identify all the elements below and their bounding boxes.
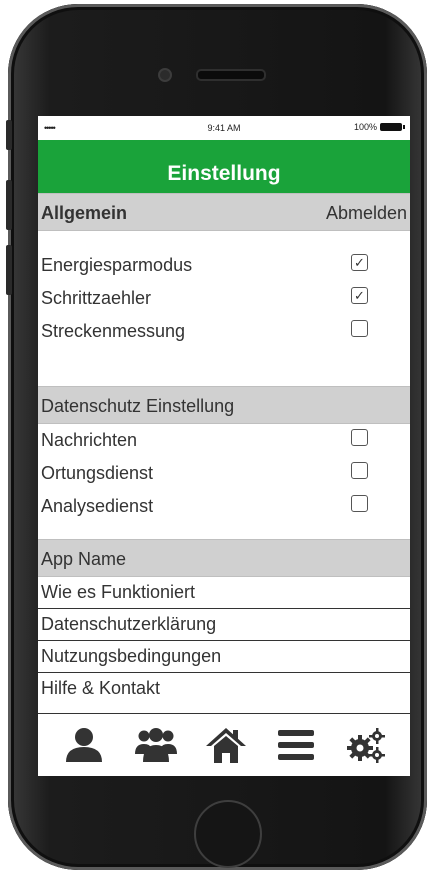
volume-up-button [6,180,12,230]
tab-settings[interactable] [342,722,390,768]
mute-switch [6,120,12,150]
setting-label: Nachrichten [41,430,138,450]
link-label: Hilfe & Kontakt [41,678,161,698]
user-icon [66,728,102,762]
section-privacy-title: Datenschutz Einstellung [41,396,235,416]
setting-row-location[interactable]: Ortungsdienst [38,457,410,490]
tab-bar [38,713,410,776]
distance-checkbox[interactable] [351,320,368,337]
steps-checkbox[interactable]: ✓ [351,287,368,304]
tab-menu[interactable] [272,722,320,768]
section-app-header: App Name [38,539,410,577]
section-general-header: Allgemein Abmelden [38,193,410,231]
page-title: Einstellung [167,162,281,185]
analytics-checkbox[interactable] [351,495,368,512]
setting-row-steps[interactable]: Schrittzaehler ✓ [38,282,410,315]
status-bar: ••••• 9:41 AM 100% [38,116,410,140]
speaker-grille [196,69,266,81]
link-privacy-policy[interactable]: Datenschutzerklärung [38,609,410,641]
section-privacy-header: Datenschutz Einstellung [38,386,410,424]
link-terms-of-use[interactable]: Nutzungsbedingungen [38,641,410,673]
section-app-title: App Name [41,549,127,569]
logout-button[interactable]: Abmelden [326,203,407,224]
setting-label: Streckenmessung [41,321,186,341]
tab-community[interactable] [132,722,180,768]
group-icon [135,728,177,762]
setting-row-energy[interactable]: Energiesparmodus ✓ [38,249,410,282]
link-how-it-works[interactable]: Wie es Funktioniert [38,577,410,609]
home-icon [206,728,246,763]
link-label: Datenschutzerklärung [41,614,217,634]
setting-row-distance[interactable]: Streckenmessung [38,315,410,348]
home-button[interactable] [194,800,262,868]
link-help-contact[interactable]: Hilfe & Kontakt [38,673,410,704]
link-label: Nutzungsbedingungen [41,646,222,666]
title-bar: Einstellung [38,140,410,193]
screen: ••••• 9:41 AM 100% Einstellung Allgemein… [38,116,410,776]
energy-checkbox[interactable]: ✓ [351,254,368,271]
messages-checkbox[interactable] [351,429,368,446]
setting-label: Energiesparmodus [41,255,193,275]
battery-status: 100% [353,122,405,132]
settings-icon [347,728,385,763]
battery-icon [380,123,405,131]
setting-row-messages[interactable]: Nachrichten [38,424,410,457]
battery-percent: 100% [353,122,377,132]
tab-profile[interactable] [60,722,108,768]
location-checkbox[interactable] [351,462,368,479]
link-label: Wie es Funktioniert [41,582,196,602]
tab-home[interactable] [202,722,250,768]
setting-label: Ortungsdienst [41,463,154,483]
setting-label: Schrittzaehler [41,288,152,308]
section-general-title: Allgemein [41,203,128,223]
volume-down-button [6,245,12,295]
menu-icon [278,730,314,760]
setting-row-analytics[interactable]: Analysedienst [38,490,410,523]
camera-icon [158,68,172,82]
setting-label: Analysedienst [41,496,154,516]
